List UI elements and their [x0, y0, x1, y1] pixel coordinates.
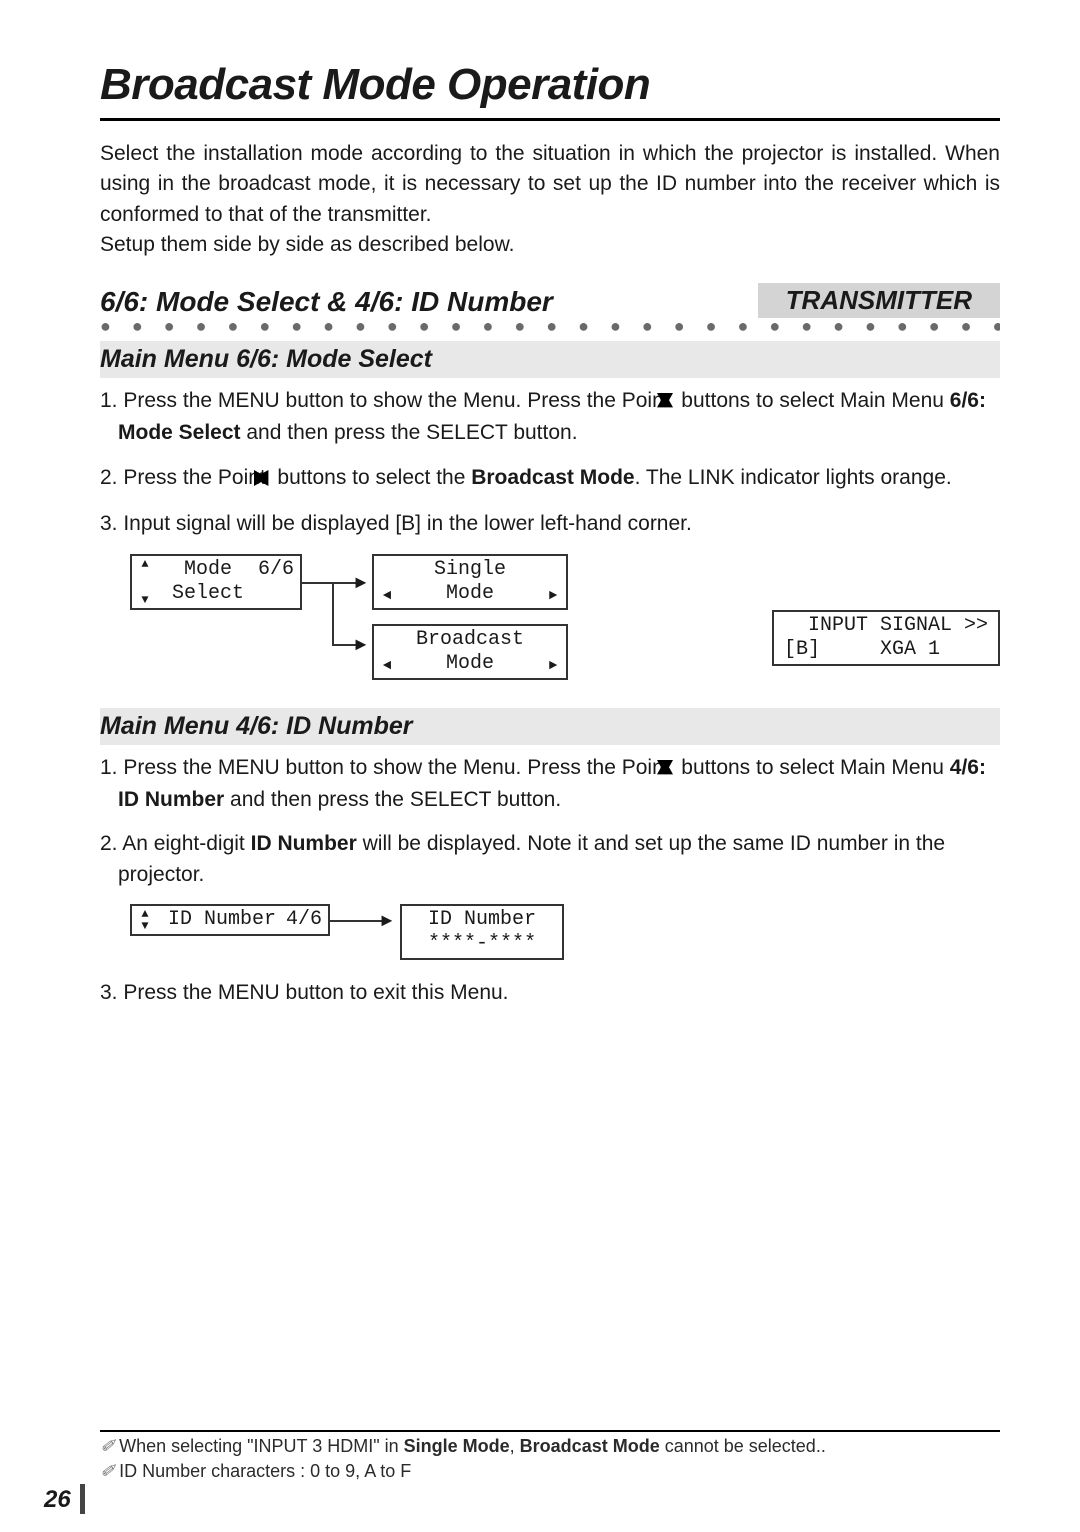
footnote-2: ✐ID Number characters : 0 to 9, A to F — [100, 1459, 1000, 1484]
single-mode-option: ◄ Single Mode ► — [372, 554, 568, 610]
arrow-right-icon: ► — [352, 573, 370, 591]
footnote-1: ✐When selecting "INPUT 3 HDMI" in Single… — [100, 1434, 1000, 1459]
mode-select-menu-box: ▲ ▼ Mode Select 6/6 — [130, 554, 302, 610]
arrow-right-icon: ► — [352, 635, 370, 653]
up-triangle-icon: ▲ — [141, 558, 148, 570]
footer-rule — [100, 1430, 1000, 1432]
id-number-step-2: 2. An eight-digit ID Number will be disp… — [100, 829, 1000, 890]
pencil-icon: ✐ — [100, 1436, 115, 1456]
id-number-heading: Main Menu 4/6: ID Number — [100, 708, 1000, 745]
id-number-diagram: ▲ ▼ ID Number 4/6 ► ID Number ****-**** — [130, 904, 1000, 960]
mode-select-diagram: ▲ ▼ Mode Select 6/6 ► ► ◄ Single Mode ► … — [130, 554, 1000, 680]
down-triangle-icon: ▼ — [141, 920, 148, 932]
dotted-rule: ● ● ● ● ● ● ● ● ● ● ● ● ● ● ● ● ● ● ● ● … — [100, 316, 1000, 337]
id-number-menu-box: ▲ ▼ ID Number 4/6 — [130, 904, 330, 936]
id-number-menu-label: ID Number — [158, 906, 286, 934]
mode-select-menu-page: 6/6 — [258, 556, 300, 608]
mode-select-step-1: 1. Press the MENU button to show the Men… — [100, 386, 1000, 449]
mode-select-step-3: 3. Input signal will be displayed [B] in… — [100, 509, 1000, 539]
intro-paragraph-2: Setup them side by side as described bel… — [100, 230, 1000, 260]
id-number-value-box: ID Number ****-**** — [400, 904, 564, 960]
mode-select-heading: Main Menu 6/6: Mode Select — [100, 341, 1000, 378]
pencil-icon: ✐ — [100, 1461, 115, 1481]
mode-select-step-2: 2. Press the Point buttons to select the… — [100, 463, 1000, 495]
left-triangle-icon: ◄ — [374, 626, 400, 678]
broadcast-mode-option: ◄ Broadcast Mode ► — [372, 624, 568, 680]
page-title: Broadcast Mode Operation — [100, 60, 1000, 110]
page-number: 26 — [44, 1486, 71, 1514]
id-number-step-1: 1. Press the MENU button to show the Men… — [100, 753, 1000, 816]
arrow-right-icon: ► — [378, 911, 396, 929]
id-number-menu-page: 4/6 — [286, 906, 328, 934]
footnotes: ✐When selecting "INPUT 3 HDMI" in Single… — [100, 1434, 1000, 1484]
mode-select-menu-label: Mode Select — [158, 556, 258, 608]
page-number-bar — [80, 1484, 85, 1514]
right-triangle-icon: ► — [540, 626, 566, 678]
intro-paragraph-1: Select the installation mode according t… — [100, 139, 1000, 230]
down-triangle-icon: ▼ — [141, 594, 148, 606]
left-triangle-icon: ◄ — [374, 556, 400, 608]
id-number-step-3: 3. Press the MENU button to exit this Me… — [100, 978, 1000, 1008]
input-signal-box: INPUT SIGNAL >> [B] XGA 1 — [772, 610, 1000, 666]
right-triangle-icon: ► — [540, 556, 566, 608]
title-rule — [100, 118, 1000, 121]
transmitter-badge: TRANSMITTER — [758, 283, 1000, 318]
section-heading: 6/6: Mode Select & 4/6: ID Number — [100, 286, 553, 318]
